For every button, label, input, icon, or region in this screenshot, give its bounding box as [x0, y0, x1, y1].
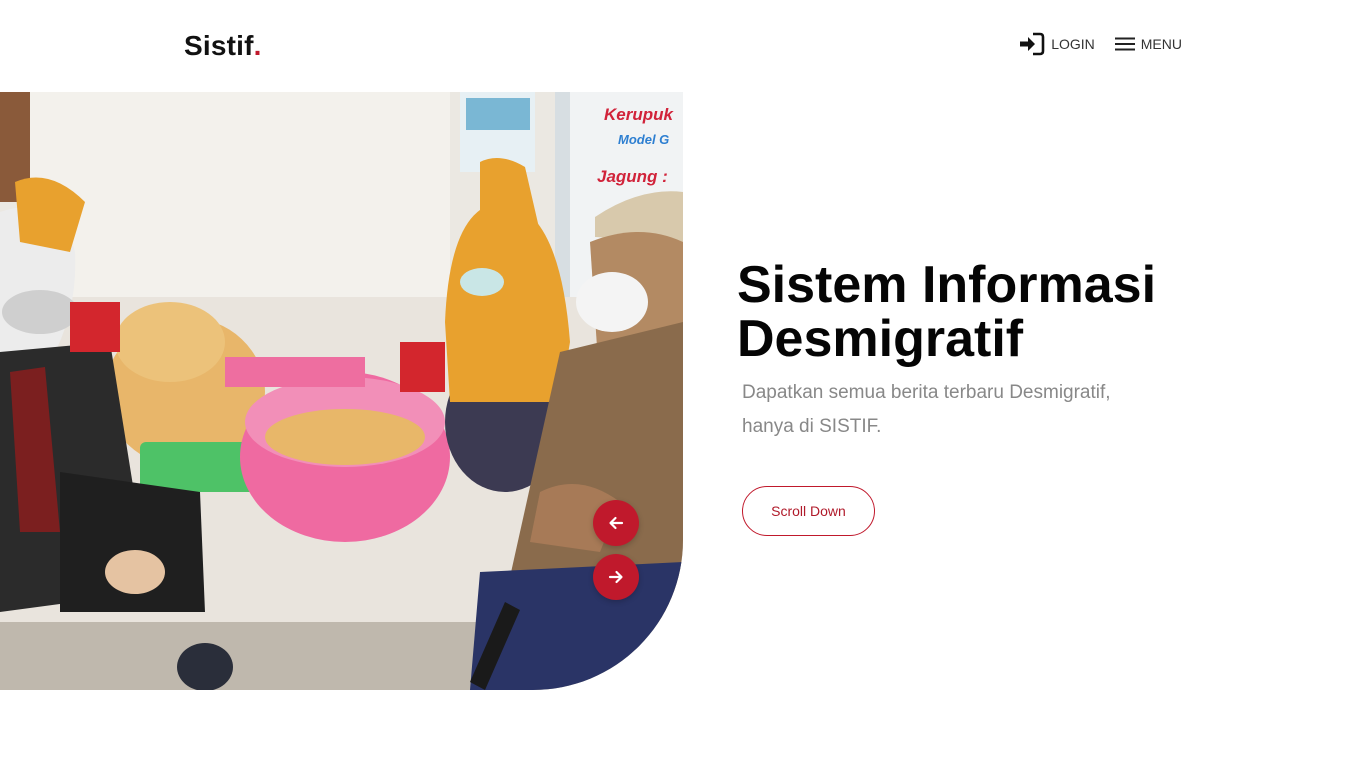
hero-subtitle: Dapatkan semua berita terbaru Desmigrati…: [742, 382, 1111, 437]
prev-slide-button[interactable]: [593, 500, 639, 546]
brand-name: Sistif: [184, 30, 254, 61]
header-nav: LOGIN MENU: [1019, 32, 1182, 56]
image-sign-text: Kerupuk: [604, 105, 675, 124]
arrow-right-icon: [608, 569, 624, 585]
site-header: Sistif. LOGIN MENU: [0, 0, 1365, 90]
image-sign-text: Model G: [618, 132, 669, 147]
login-icon: [1019, 32, 1045, 56]
next-slide-button[interactable]: [593, 554, 639, 600]
menu-label: MENU: [1140, 36, 1182, 52]
login-link[interactable]: LOGIN: [1019, 32, 1095, 56]
image-sign-text: Jagung :: [597, 167, 668, 186]
hero-photo: Kerupuk Model G Jagung :: [0, 92, 683, 690]
page: Sistif. LOGIN MENU Kerupuk Model G Jagun…: [0, 0, 1365, 780]
arrow-left-icon: [608, 515, 624, 531]
brand-dot: .: [253, 30, 262, 61]
hero-title: Sistem Informasi Desmigratif: [737, 256, 1157, 368]
menu-button[interactable]: MENU: [1114, 36, 1182, 52]
brand-logo[interactable]: Sistif.: [184, 30, 262, 62]
scroll-down-button[interactable]: Scroll Down: [742, 486, 875, 536]
hamburger-icon: [1114, 36, 1135, 52]
login-label: LOGIN: [1051, 36, 1095, 52]
